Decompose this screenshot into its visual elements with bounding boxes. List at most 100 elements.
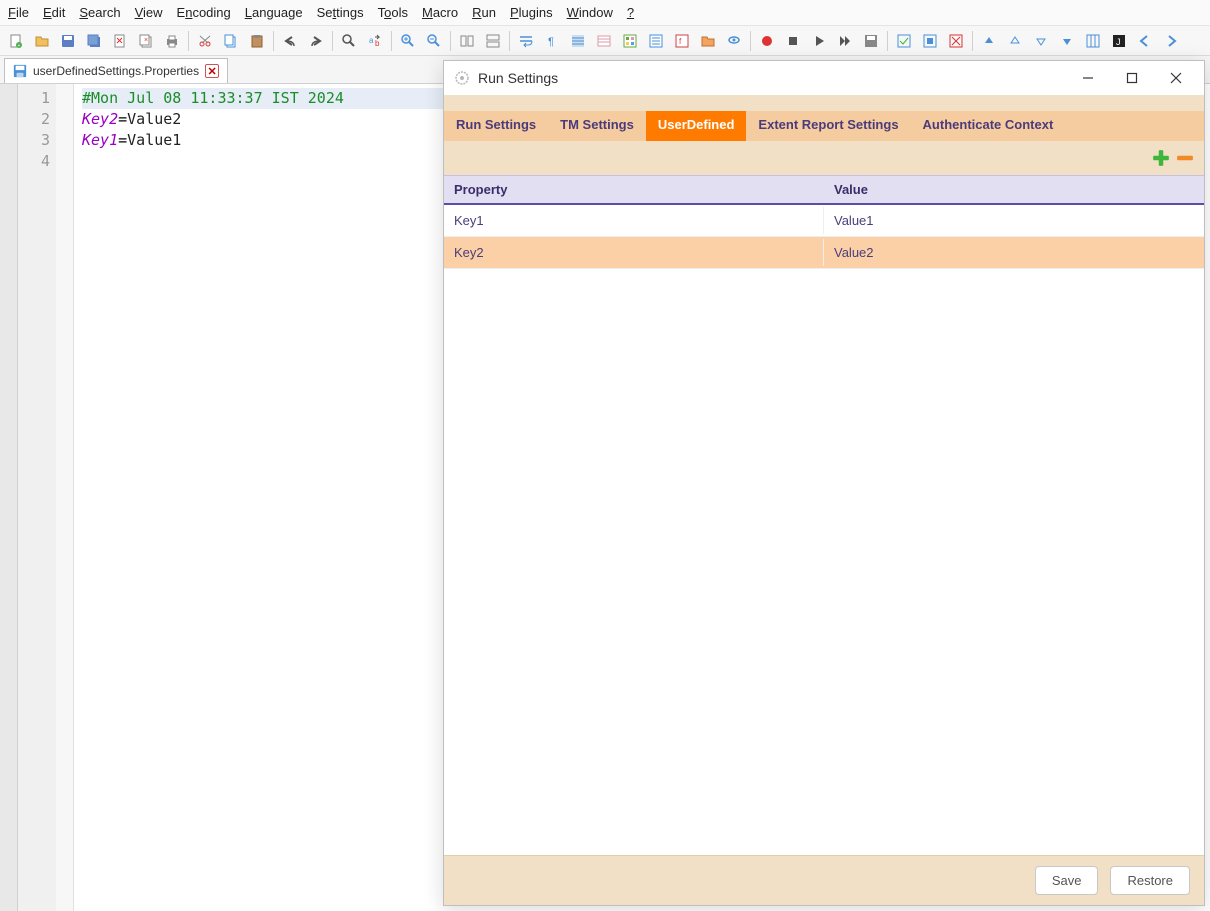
line-number-gutter: 1 2 3 4: [18, 84, 56, 911]
menu-plugins[interactable]: Plugins: [510, 5, 553, 20]
cell-property[interactable]: Key2: [444, 239, 824, 266]
run-settings-dialog: Run Settings Run Settings TM Settings Us…: [443, 60, 1205, 906]
menu-encoding[interactable]: Encoding: [177, 5, 231, 20]
record-icon[interactable]: [755, 29, 779, 53]
dialog-tabs: Run Settings TM Settings UserDefined Ext…: [444, 111, 1204, 141]
svg-text:+: +: [18, 43, 21, 49]
line-number: 3: [18, 130, 50, 151]
code-key: Key1: [82, 131, 118, 149]
replace-icon[interactable]: ab: [363, 29, 387, 53]
fold-gutter: [56, 84, 74, 911]
maximize-button[interactable]: [1110, 63, 1154, 93]
menu-search[interactable]: Search: [79, 5, 120, 20]
tab-run-settings[interactable]: Run Settings: [444, 111, 548, 141]
black-box-icon[interactable]: J: [1107, 29, 1131, 53]
grid-row[interactable]: Key2 Value2: [444, 237, 1204, 269]
menu-settings[interactable]: Settings: [317, 5, 364, 20]
code-eq: =: [118, 131, 127, 149]
menu-edit[interactable]: Edit: [43, 5, 65, 20]
tab-tm-settings[interactable]: TM Settings: [548, 111, 646, 141]
save-macro-icon[interactable]: [859, 29, 883, 53]
toolbar-separator: [273, 31, 274, 51]
close-icon[interactable]: ✕: [205, 64, 219, 78]
stop-icon[interactable]: [781, 29, 805, 53]
doc-map-icon[interactable]: [618, 29, 642, 53]
fastfwd-icon[interactable]: [833, 29, 857, 53]
arrow-left-icon[interactable]: [1133, 29, 1157, 53]
monitor-icon[interactable]: [722, 29, 746, 53]
line-number: 4: [18, 151, 50, 172]
find-icon[interactable]: [337, 29, 361, 53]
file-tab-label: userDefinedSettings.Properties: [33, 64, 199, 78]
toolbar-separator: [188, 31, 189, 51]
wordwrap-icon[interactable]: [514, 29, 538, 53]
save-all-icon[interactable]: [82, 29, 106, 53]
dialog-strip: [444, 95, 1204, 111]
sort-up-icon[interactable]: [1003, 29, 1027, 53]
play-icon[interactable]: [807, 29, 831, 53]
header-property: Property: [444, 176, 824, 203]
code-comment: #Mon Jul 08 11:33:37 IST 2024: [82, 89, 344, 107]
paste-icon[interactable]: [245, 29, 269, 53]
sync-h-icon[interactable]: [481, 29, 505, 53]
grid-row[interactable]: Key1 Value1: [444, 205, 1204, 237]
tab-authenticate-context[interactable]: Authenticate Context: [911, 111, 1066, 141]
tab-userdefined[interactable]: UserDefined: [646, 111, 747, 141]
btn3-icon[interactable]: [944, 29, 968, 53]
menu-language[interactable]: Language: [245, 5, 303, 20]
menu-window[interactable]: Window: [567, 5, 613, 20]
restore-button[interactable]: Restore: [1110, 866, 1190, 895]
dialog-titlebar: Run Settings: [444, 61, 1204, 95]
zoom-in-icon[interactable]: [396, 29, 420, 53]
menu-macro[interactable]: Macro: [422, 5, 458, 20]
undo-icon[interactable]: [278, 29, 302, 53]
col-mode-icon[interactable]: [1081, 29, 1105, 53]
zoom-out-icon[interactable]: [422, 29, 446, 53]
arrow-right-icon[interactable]: [1159, 29, 1183, 53]
file-tab[interactable]: userDefinedSettings.Properties ✕: [4, 58, 228, 83]
new-file-icon[interactable]: +: [4, 29, 28, 53]
sync-v-icon[interactable]: [455, 29, 479, 53]
doc-list-icon[interactable]: [644, 29, 668, 53]
close-all-icon[interactable]: ×: [134, 29, 158, 53]
save-button[interactable]: Save: [1035, 866, 1099, 895]
show-symbols-icon[interactable]: ¶: [540, 29, 564, 53]
dialog-title: Run Settings: [478, 70, 1066, 86]
folder-icon[interactable]: [696, 29, 720, 53]
indent-guide-icon[interactable]: [566, 29, 590, 53]
menu-[interactable]: ?: [627, 5, 634, 20]
minimize-button[interactable]: [1066, 63, 1110, 93]
lang-icon[interactable]: [592, 29, 616, 53]
btn2-icon[interactable]: [918, 29, 942, 53]
toolbar-separator: [450, 31, 451, 51]
menu-tools[interactable]: Tools: [378, 5, 408, 20]
cell-property[interactable]: Key1: [444, 207, 824, 234]
print-icon[interactable]: [160, 29, 184, 53]
function-list-icon[interactable]: f: [670, 29, 694, 53]
sort-desc-icon[interactable]: [1055, 29, 1079, 53]
svg-text:J: J: [1116, 37, 1121, 47]
redo-icon[interactable]: [304, 29, 328, 53]
close-file-icon[interactable]: [108, 29, 132, 53]
menu-view[interactable]: View: [135, 5, 163, 20]
sort-asc-icon[interactable]: [977, 29, 1001, 53]
cell-value[interactable]: Value1: [824, 207, 1204, 234]
copy-icon[interactable]: [219, 29, 243, 53]
tab-extent-report[interactable]: Extent Report Settings: [746, 111, 910, 141]
btn1-icon[interactable]: [892, 29, 916, 53]
open-folder-icon[interactable]: [30, 29, 54, 53]
cell-value[interactable]: Value2: [824, 239, 1204, 266]
disk-icon: [13, 64, 27, 78]
header-value: Value: [824, 176, 1204, 203]
dialog-grid-toolbar: [444, 141, 1204, 175]
add-icon[interactable]: [1152, 149, 1170, 167]
code-val: Value2: [127, 110, 181, 128]
close-button[interactable]: [1154, 63, 1198, 93]
menu-run[interactable]: Run: [472, 5, 496, 20]
sort-down-icon[interactable]: [1029, 29, 1053, 53]
save-icon[interactable]: [56, 29, 80, 53]
svg-text:a: a: [369, 36, 374, 45]
menu-file[interactable]: File: [8, 5, 29, 20]
remove-icon[interactable]: [1176, 149, 1194, 167]
cut-icon[interactable]: [193, 29, 217, 53]
